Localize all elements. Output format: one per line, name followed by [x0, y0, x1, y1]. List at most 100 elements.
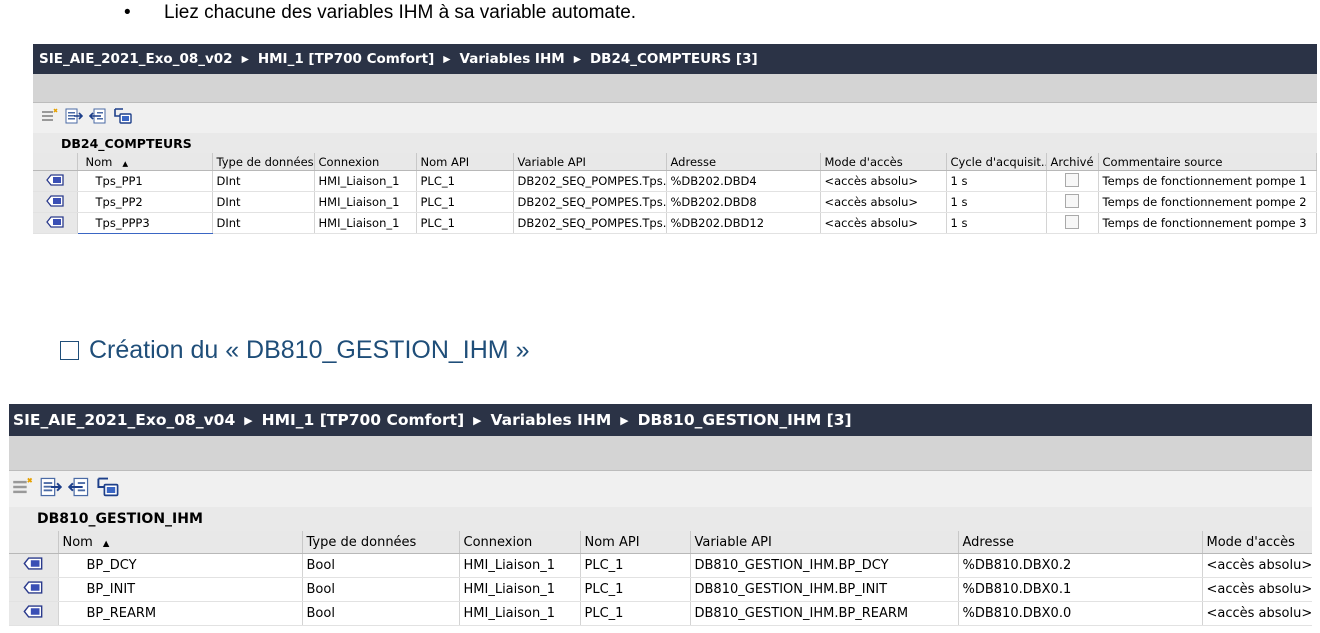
table-row[interactable]: Tps_PP2 DInt HMI_Liaison_1 PLC_1 DB202_S…	[33, 191, 1317, 213]
cell-variable-api[interactable]: DB810_GESTION_IHM.BP_INIT	[690, 577, 959, 602]
column-header-type[interactable]: Type de données	[212, 153, 315, 171]
column-header-connexion[interactable]: Connexion	[314, 153, 417, 171]
cell-connexion[interactable]: HMI_Liaison_1	[314, 170, 417, 192]
add-object-icon[interactable]	[12, 477, 34, 502]
cell-variable-api[interactable]: DB202_SEQ_POMPES.Tps...	[513, 191, 667, 213]
cell-adresse[interactable]: %DB810.DBX0.2	[958, 553, 1203, 578]
cell-variable-api[interactable]: DB202_SEQ_POMPES.Tps...	[513, 212, 667, 234]
cell-connexion[interactable]: HMI_Liaison_1	[459, 577, 581, 602]
hmi-tags-icon[interactable]	[113, 107, 133, 130]
cell-adresse[interactable]: %DB202.DBD4	[666, 170, 821, 192]
cell-connexion[interactable]: HMI_Liaison_1	[459, 553, 581, 578]
hmi-tag-icon	[45, 194, 64, 210]
cell-nom-api[interactable]: PLC_1	[580, 577, 691, 602]
cell-mode-acces[interactable]: <accès absolu>	[1202, 601, 1312, 626]
cell-type[interactable]: DInt	[212, 170, 315, 192]
import-icon[interactable]	[88, 108, 107, 129]
cell-variable-api[interactable]: DB810_GESTION_IHM.BP_REARM	[690, 601, 959, 626]
archive-checkbox[interactable]	[1065, 172, 1079, 187]
cell-nom-api[interactable]: PLC_1	[416, 212, 514, 234]
cell-type[interactable]: Bool	[302, 577, 460, 602]
column-header-type[interactable]: Type de données	[302, 531, 460, 554]
hmi-tag-icon	[23, 605, 43, 622]
column-header-variable-api[interactable]: Variable API	[690, 531, 959, 554]
column-header-cycle[interactable]: Cycle d'acquisit...	[946, 153, 1047, 171]
export-icon[interactable]	[40, 477, 63, 502]
table-row[interactable]: BP_INIT Bool HMI_Liaison_1 PLC_1 DB810_G…	[9, 577, 1312, 602]
cell-nom-api[interactable]: PLC_1	[416, 191, 514, 213]
archive-checkbox[interactable]	[1065, 214, 1079, 229]
column-header-mode-acces[interactable]: Mode d'accès	[820, 153, 947, 171]
cell-mode-acces[interactable]: <accès absolu>	[1202, 577, 1312, 602]
breadcrumb-item-hmi[interactable]: HMI_1 [TP700 Comfort]	[258, 51, 434, 67]
cell-variable-api[interactable]: DB810_GESTION_IHM.BP_DCY	[690, 553, 959, 578]
cell-mode-acces[interactable]: <accès absolu>	[1202, 553, 1312, 578]
cell-connexion[interactable]: HMI_Liaison_1	[314, 212, 417, 234]
editor-header-bar	[33, 74, 1317, 103]
table-row[interactable]: BP_DCY Bool HMI_Liaison_1 PLC_1 DB810_GE…	[9, 553, 1312, 578]
import-icon[interactable]	[67, 477, 90, 502]
column-header-archive[interactable]: Archivé	[1046, 153, 1099, 171]
toolbar	[9, 471, 1312, 507]
cell-nom[interactable]: Tps_PP2	[77, 191, 213, 213]
hmi-tags-editor-db810: SIE_AIE_2021_Exo_08_v04 ▶ HMI_1 [TP700 C…	[9, 404, 1312, 633]
column-header-nom-api[interactable]: Nom API	[580, 531, 691, 554]
add-object-icon[interactable]	[41, 107, 59, 129]
cell-connexion[interactable]: HMI_Liaison_1	[314, 191, 417, 213]
breadcrumb-item-variables[interactable]: Variables IHM	[460, 51, 565, 67]
cell-cycle[interactable]: 1 s	[946, 212, 1047, 234]
triangle-right-icon: ▶	[443, 53, 451, 65]
archive-checkbox[interactable]	[1065, 193, 1079, 208]
cell-adresse[interactable]: %DB810.DBX0.1	[958, 577, 1203, 602]
breadcrumb-item-project[interactable]: SIE_AIE_2021_Exo_08_v02	[39, 51, 233, 67]
table-name: DB810_GESTION_IHM	[9, 507, 1312, 531]
cell-variable-api[interactable]: DB202_SEQ_POMPES.Tps...	[513, 170, 667, 192]
column-header-variable-api[interactable]: Variable API	[513, 153, 667, 171]
column-header-commentaire[interactable]: Commentaire source	[1098, 153, 1317, 171]
column-header-nom[interactable]: Nom ▲	[77, 153, 213, 171]
breadcrumb-item-table[interactable]: DB24_COMPTEURS [3]	[590, 51, 758, 67]
table-row[interactable]: BP_REARM Bool HMI_Liaison_1 PLC_1 DB810_…	[9, 601, 1312, 626]
column-header-adresse[interactable]: Adresse	[958, 531, 1203, 554]
cell-cycle[interactable]: 1 s	[946, 191, 1047, 213]
cell-nom-api[interactable]: PLC_1	[580, 601, 691, 626]
cell-type[interactable]: DInt	[212, 212, 315, 234]
triangle-right-icon: ▶	[473, 413, 482, 427]
column-header-nom-api[interactable]: Nom API	[416, 153, 514, 171]
cell-cycle[interactable]: 1 s	[946, 170, 1047, 192]
column-header-mode-acces[interactable]: Mode d'accès	[1202, 531, 1312, 554]
breadcrumb-item-variables[interactable]: Variables IHM	[491, 411, 612, 429]
hmi-tags-editor-db24: SIE_AIE_2021_Exo_08_v02 ▶ HMI_1 [TP700 C…	[33, 44, 1317, 242]
cell-mode-acces[interactable]: <accès absolu>	[820, 191, 947, 213]
table-row[interactable]: Tps_PPP3 DInt HMI_Liaison_1 PLC_1 DB202_…	[33, 212, 1317, 234]
cell-type[interactable]: Bool	[302, 553, 460, 578]
cell-nom[interactable]: BP_REARM	[58, 601, 303, 626]
cell-mode-acces[interactable]: <accès absolu>	[820, 170, 947, 192]
cell-type[interactable]: Bool	[302, 601, 460, 626]
breadcrumb-item-hmi[interactable]: HMI_1 [TP700 Comfort]	[262, 411, 465, 429]
cell-nom-api[interactable]: PLC_1	[580, 553, 691, 578]
cell-type[interactable]: DInt	[212, 191, 315, 213]
cell-nom[interactable]: BP_DCY	[58, 553, 303, 578]
cell-adresse[interactable]: %DB202.DBD12	[666, 212, 821, 234]
export-icon[interactable]	[65, 108, 84, 129]
table-name: DB24_COMPTEURS	[33, 133, 1317, 153]
breadcrumb-item-project[interactable]: SIE_AIE_2021_Exo_08_v04	[13, 411, 235, 429]
cell-commentaire[interactable]: Temps de fonctionnement pompe 3	[1098, 212, 1317, 234]
hmi-tags-icon[interactable]	[96, 476, 120, 503]
cell-commentaire[interactable]: Temps de fonctionnement pompe 1	[1098, 170, 1317, 192]
cell-adresse[interactable]: %DB810.DBX0.0	[958, 601, 1203, 626]
cell-nom[interactable]: BP_INIT	[58, 577, 303, 602]
cell-mode-acces[interactable]: <accès absolu>	[820, 212, 947, 234]
cell-connexion[interactable]: HMI_Liaison_1	[459, 601, 581, 626]
cell-nom[interactable]: Tps_PPP3	[77, 212, 213, 234]
cell-nom-api[interactable]: PLC_1	[416, 170, 514, 192]
cell-adresse[interactable]: %DB202.DBD8	[666, 191, 821, 213]
cell-commentaire[interactable]: Temps de fonctionnement pompe 2	[1098, 191, 1317, 213]
column-header-adresse[interactable]: Adresse	[666, 153, 821, 171]
column-header-connexion[interactable]: Connexion	[459, 531, 581, 554]
breadcrumb-item-table[interactable]: DB810_GESTION_IHM [3]	[638, 411, 852, 429]
cell-nom[interactable]: Tps_PP1	[77, 170, 213, 192]
column-header-nom[interactable]: Nom ▲	[58, 531, 303, 554]
table-row[interactable]: Tps_PP1 DInt HMI_Liaison_1 PLC_1 DB202_S…	[33, 170, 1317, 192]
